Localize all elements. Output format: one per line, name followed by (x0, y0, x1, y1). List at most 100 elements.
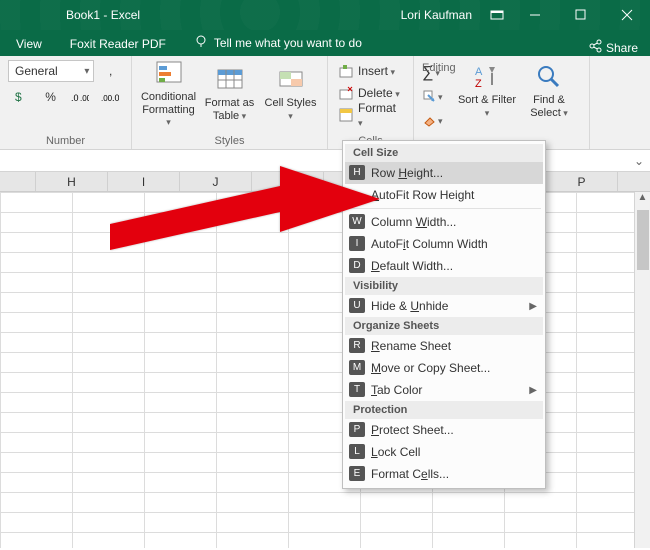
cell-styles-button[interactable]: Cell Styles (262, 63, 319, 122)
accounting-format-button[interactable]: $ (8, 86, 34, 108)
share-label: Share (606, 41, 638, 55)
menu-header-visibility: Visibility (345, 277, 543, 295)
format-as-table-icon (215, 65, 245, 95)
svg-text:$: $ (15, 90, 22, 104)
menu-label: Rename Sheet (371, 339, 451, 353)
menu-format-cells[interactable]: E Format Cells... (345, 463, 543, 485)
shortcut-key: E (349, 466, 365, 481)
format-as-table-button[interactable]: Format as Table (201, 63, 258, 122)
col-head[interactable]: H (36, 172, 108, 191)
ribbon-options-icon[interactable] (490, 8, 504, 22)
shortcut-key: T (349, 382, 365, 397)
scroll-thumb[interactable] (637, 210, 649, 270)
tell-me-label: Tell me what you want to do (214, 36, 362, 50)
vertical-scrollbar[interactable]: ▲ (634, 192, 650, 548)
svg-text:Z: Z (475, 78, 482, 90)
menu-header-cellsize: Cell Size (345, 144, 543, 162)
col-head[interactable]: I (108, 172, 180, 191)
menu-label: Tab Color (371, 383, 422, 397)
menu-header-organize: Organize Sheets (345, 317, 543, 335)
find-select-button[interactable]: Find & Select (518, 60, 580, 147)
submenu-caret-icon: ▶ (529, 385, 537, 396)
title-bar: Book1 - Excel Lori Kaufman (0, 0, 650, 30)
tell-me-search[interactable]: Tell me what you want to do (190, 29, 366, 56)
group-editing: ∑▾ ▾ ▾ AZ Sort & Filter Find & Select Ed… (414, 56, 590, 149)
tab-foxit[interactable]: Foxit Reader PDF (66, 32, 170, 56)
menu-lock-cell[interactable]: LLock Cell (345, 441, 543, 463)
menu-label: Format Cells... (371, 467, 449, 481)
ribbon: General , $ % .0.00 .00.0 Number Conditi… (0, 56, 650, 150)
maximize-button[interactable] (558, 0, 604, 30)
menu-row-height[interactable]: HRow Height... (345, 162, 543, 184)
col-head[interactable]: J (180, 172, 252, 191)
scroll-up-icon[interactable]: ▲ (638, 192, 648, 208)
shortcut-key: U (349, 298, 365, 313)
menu-label: AutoFit Row Height (371, 188, 474, 202)
delete-icon (338, 85, 354, 101)
col-head-blank (0, 172, 36, 191)
menu-rename-sheet[interactable]: R Rename Sheet (345, 335, 543, 357)
menu-move-copy-sheet[interactable]: M Move or Copy Sheet... (345, 357, 543, 379)
shortcut-key: H (349, 165, 365, 180)
window-controls (512, 0, 650, 30)
menu-label: Move or Copy Sheet... (371, 361, 490, 375)
menu-label: Protect Sheet... (371, 423, 454, 437)
fill-icon (422, 89, 436, 106)
cell-styles-icon (276, 65, 306, 95)
format-cells-button[interactable]: Format (334, 104, 407, 126)
formula-expand-icon[interactable]: ⌄ (628, 154, 650, 168)
menu-hide-unhide[interactable]: UHide & Unhide▶ (345, 295, 543, 317)
sort-filter-icon: AZ (472, 62, 502, 92)
format-icon (338, 107, 354, 123)
number-format-select[interactable]: General (8, 60, 94, 82)
menu-label: Column Width... (371, 215, 456, 229)
shortcut-key: M (349, 360, 365, 375)
decrease-decimal-button[interactable]: .00.0 (97, 86, 123, 108)
shortcut-key: W (349, 214, 365, 229)
formula-bar[interactable]: ⌄ (0, 150, 650, 172)
cell-styles-label: Cell Styles (262, 97, 319, 122)
share-icon (588, 39, 602, 56)
menu-protect-sheet[interactable]: PProtect Sheet... (345, 419, 543, 441)
delete-label: Delete (358, 86, 400, 100)
tab-view[interactable]: View (12, 32, 46, 56)
format-menu: Cell Size HRow Height... AutoFit Row Hei… (342, 140, 546, 489)
format-label: Format (358, 101, 403, 129)
fill-button[interactable]: ▾ (422, 86, 456, 108)
svg-text:.0: .0 (112, 93, 119, 103)
close-button[interactable] (604, 0, 650, 30)
menu-label: AutoFit Column Width (371, 237, 488, 251)
conditional-formatting-button[interactable]: Conditional Formatting (140, 57, 197, 129)
bulb-icon (194, 34, 208, 51)
insert-icon (338, 63, 354, 79)
column-headers: H I J K L P (0, 172, 650, 192)
menu-tab-color[interactable]: T Tab Color ▶ (345, 379, 543, 401)
clear-button[interactable]: ▾ (422, 110, 456, 132)
menu-label: Lock Cell (371, 445, 420, 459)
find-select-icon (534, 62, 564, 92)
conditional-formatting-icon (154, 59, 184, 89)
minimize-button[interactable] (512, 0, 558, 30)
comma-style-button[interactable]: , (98, 60, 123, 82)
percent-style-button[interactable]: % (38, 86, 64, 108)
menu-default-width[interactable]: DDefault Width... (345, 255, 543, 277)
col-head[interactable]: K (252, 172, 324, 191)
svg-text:.0: .0 (71, 93, 79, 103)
menu-autofit-row[interactable]: AutoFit Row Height (345, 184, 543, 206)
group-cells: Insert Delete Format Cells (328, 56, 414, 149)
insert-cells-button[interactable]: Insert (334, 60, 407, 82)
increase-decimal-button[interactable]: .0.00 (68, 86, 94, 108)
shortcut-key: R (349, 338, 365, 353)
col-head[interactable]: P (546, 172, 618, 191)
grid-area: ▲ (0, 192, 650, 548)
group-label-editing: Editing (422, 60, 456, 74)
svg-text:.00: .00 (101, 94, 113, 103)
menu-column-width[interactable]: W Column Width... (345, 211, 543, 233)
sort-filter-button[interactable]: AZ Sort & Filter (456, 60, 518, 147)
menu-autofit-column[interactable]: IAutoFit Column Width (345, 233, 543, 255)
shortcut-key: D (349, 258, 365, 273)
eraser-icon (422, 113, 436, 130)
group-styles: Conditional Formatting Format as Table C… (132, 56, 328, 149)
share-button[interactable]: Share (588, 39, 638, 56)
format-as-table-label: Format as Table (201, 97, 258, 122)
